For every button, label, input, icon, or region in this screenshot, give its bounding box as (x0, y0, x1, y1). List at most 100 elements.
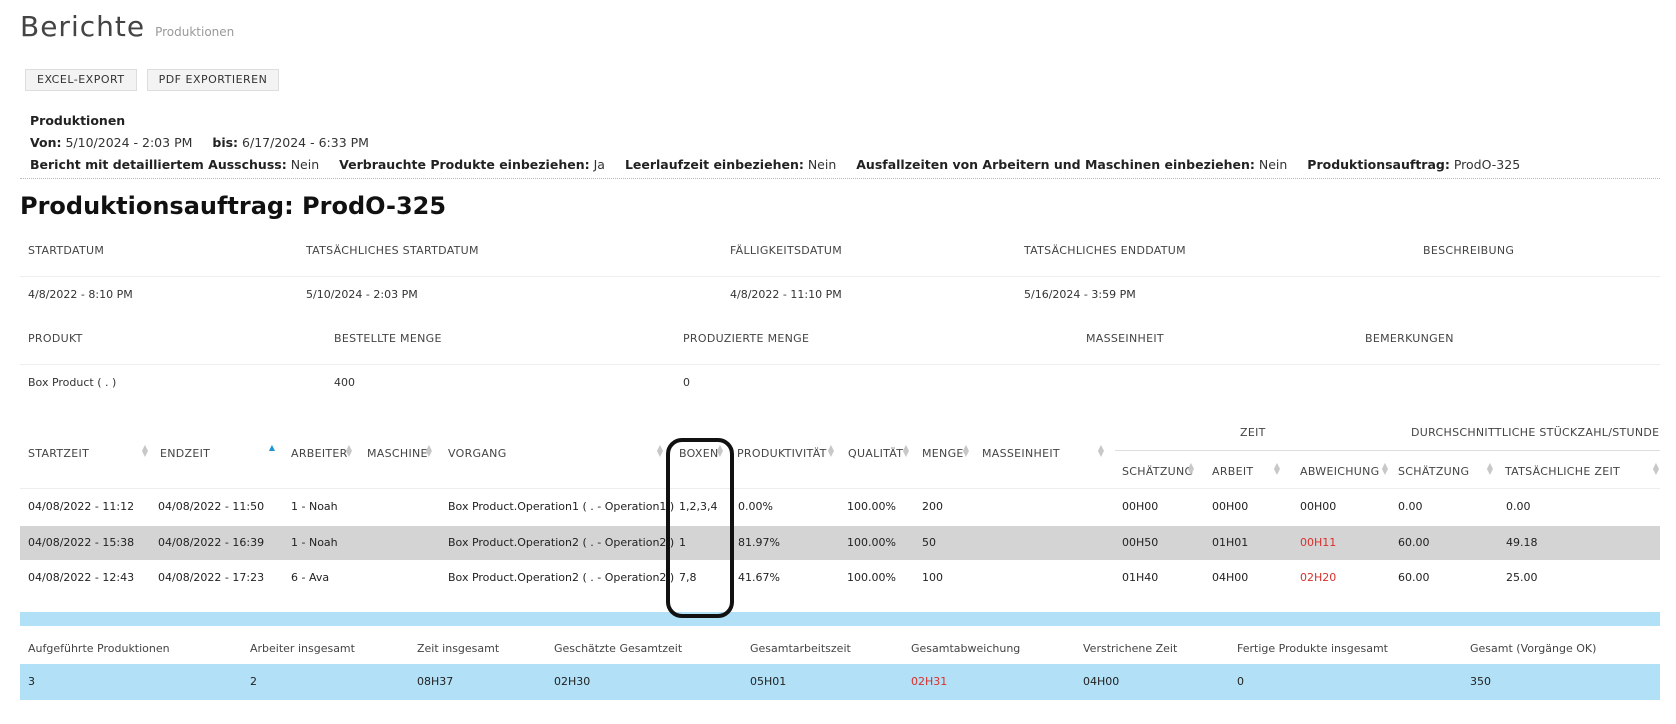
col-produced-qty: PRODUZIERTE MENGE (683, 332, 810, 345)
summary-header: Aufgeführte Produktionen Arbeiter insges… (20, 634, 1660, 664)
col-menge[interactable]: MENGE (922, 447, 964, 460)
sort-zeit-arbeit-icon[interactable]: ▲ ▼ (1273, 462, 1281, 476)
col-produktivitaet[interactable]: PRODUKTIVITÄT (737, 447, 827, 460)
cell-abweichung: 00H00 (1300, 500, 1337, 513)
sort-vorgang-icon[interactable]: ▲ ▼ (656, 444, 664, 458)
cell-qualitaet: 100.00% (847, 571, 896, 584)
downtime-label: Ausfallzeiten von Arbeitern und Maschine… (856, 157, 1255, 172)
col-vorgang[interactable]: VORGANG (448, 447, 507, 460)
sort-produktivitaet-icon[interactable]: ▲ ▼ (827, 444, 835, 458)
startdatum-value: 4/8/2022 - 8:10 PM (28, 288, 133, 301)
cell-avg-schaetzung: 60.00 (1398, 571, 1430, 584)
sum-col-work-time: Gesamtarbeitszeit (750, 642, 851, 655)
sum-col-elapsed: Verstrichene Zeit (1083, 642, 1178, 655)
sum-work-time-value: 05H01 (750, 675, 787, 688)
col-startdatum: STARTDATUM (28, 244, 105, 257)
cell-abweichung: 00H11 (1300, 536, 1337, 549)
consumed-value: Ja (593, 157, 605, 172)
col-startzeit[interactable]: STARTZEIT (28, 447, 89, 460)
col-endzeit[interactable]: ENDZEIT (160, 447, 210, 460)
cell-menge: 200 (922, 500, 943, 513)
row-divider (20, 364, 1660, 365)
sort-avg-schaetzung-icon[interactable]: ▲ ▼ (1486, 462, 1494, 476)
col-due-date: FÄLLIGKEITSDATUM (730, 244, 842, 257)
order-title: Produktionsauftrag: ProdO-325 (20, 192, 447, 220)
cell-startzeit: 04/08/2022 - 15:38 (28, 536, 135, 549)
cell-boxen: 1 (679, 536, 686, 549)
col-avg-tatsaechlich[interactable]: TATSÄCHLICHE ZEIT (1505, 465, 1620, 478)
col-unit: MASSEINHEIT (1086, 332, 1164, 345)
table-row[interactable]: 04/08/2022 - 12:43 04/08/2022 - 17:23 6 … (20, 561, 1660, 595)
cell-arbeit: 00H00 (1212, 500, 1249, 513)
cell-arbeit: 04H00 (1212, 571, 1249, 584)
sort-avg-tatsaechlich-icon[interactable]: ▲ ▼ (1652, 462, 1660, 476)
col-qualitaet[interactable]: QUALITÄT (848, 447, 903, 460)
order-label: Produktionsauftrag: (1307, 157, 1450, 172)
col-zeit-arbeit[interactable]: ARBEIT (1212, 465, 1253, 478)
summary-divider-bar (20, 612, 1660, 626)
sort-zeit-abweichung-icon[interactable]: ▲ ▼ (1381, 462, 1389, 476)
cell-vorgang: Box Product.Operation1 ( . - Operation1 … (448, 500, 675, 513)
group-header-avg: DURCHSCHNITTLICHE STÜCKZAHL/STUNDE (1411, 426, 1660, 439)
sort-masseinheit-icon[interactable]: ▲ ▼ (1097, 444, 1105, 458)
sum-workers-value: 2 (250, 675, 257, 688)
col-actual-start: TATSÄCHLICHES STARTDATUM (306, 244, 479, 257)
col-ordered-qty: BESTELLTE MENGE (334, 332, 442, 345)
sum-col-finished: Fertige Produkte insgesamt (1237, 642, 1388, 655)
from-value: 5/10/2024 - 2:03 PM (65, 135, 193, 150)
cell-arbeiter: 1 - Noah (291, 500, 338, 513)
cell-vorgang: Box Product.Operation2 ( . - Operation2 … (448, 571, 675, 584)
cell-arbeit: 01H01 (1212, 536, 1249, 549)
cell-startzeit: 04/08/2022 - 11:12 (28, 500, 135, 513)
cell-produktivitaet: 41.67% (738, 571, 780, 584)
sort-arbeiter-icon[interactable]: ▲ ▼ (345, 444, 353, 458)
page-header: Berichte Produktionen (20, 10, 234, 43)
col-maschine[interactable]: MASCHINE (367, 447, 428, 460)
cell-boxen: 7,8 (679, 571, 697, 584)
cell-qualitaet: 100.00% (847, 500, 896, 513)
pdf-export-button[interactable]: PDF EXPORTIEREN (146, 69, 280, 91)
sum-col-total-ok: Gesamt (Vorgänge OK) (1470, 642, 1597, 655)
cell-endzeit: 04/08/2022 - 16:39 (158, 536, 265, 549)
sum-listed-value: 3 (28, 675, 35, 688)
sort-menge-icon[interactable]: ▲ ▼ (962, 444, 970, 458)
sum-col-total-time: Zeit insgesamt (417, 642, 500, 655)
col-boxen[interactable]: BOXEN (679, 447, 719, 460)
col-arbeiter[interactable]: ARBEITER (291, 447, 348, 460)
cell-startzeit: 04/08/2022 - 12:43 (28, 571, 135, 584)
col-product: PRODUKT (28, 332, 83, 345)
col-zeit-schaetzung[interactable]: SCHÄTZUNG (1122, 465, 1193, 478)
sum-total-time-value: 08H37 (417, 675, 454, 688)
col-masseinheit[interactable]: MASSEINHEIT (982, 447, 1060, 460)
cell-produktivitaet: 81.97% (738, 536, 780, 549)
header-divider (20, 488, 1660, 489)
sort-zeit-schaetzung-icon[interactable]: ▲ ▼ (1187, 462, 1195, 476)
sort-boxen-icon[interactable]: ▲ ▼ (716, 444, 724, 458)
cell-endzeit: 04/08/2022 - 11:50 (158, 500, 265, 513)
table-row-selected[interactable]: 04/08/2022 - 15:38 04/08/2022 - 16:39 1 … (20, 526, 1660, 560)
due-date-value: 4/8/2022 - 11:10 PM (730, 288, 842, 301)
order-value: ProdO-325 (1453, 157, 1521, 172)
cell-vorgang: Box Product.Operation2 ( . - Operation2 … (448, 536, 675, 549)
cell-menge: 100 (922, 571, 943, 584)
sum-col-deviation: Gesamtabweichung (911, 642, 1021, 655)
idle-value: Nein (807, 157, 837, 172)
summary-row: 3 2 08H37 02H30 05H01 02H31 04H00 0 350 (20, 664, 1660, 700)
sort-qualitaet-icon[interactable]: ▲ ▼ (902, 444, 910, 458)
col-zeit-abweichung[interactable]: ABWEICHUNG (1300, 465, 1380, 478)
col-avg-schaetzung[interactable]: SCHÄTZUNG (1398, 465, 1469, 478)
excel-export-button[interactable]: EXCEL-EXPORT (25, 69, 137, 91)
col-description: BESCHREIBUNG (1423, 244, 1515, 257)
ordered-qty-value: 400 (334, 376, 355, 389)
sort-endzeit-icon[interactable]: ▲▼ (268, 444, 276, 457)
sort-maschine-icon[interactable]: ▲ ▼ (425, 444, 433, 458)
cell-schaetzung: 00H50 (1122, 536, 1159, 549)
produced-qty-value: 0 (683, 376, 690, 389)
actual-end-value: 5/16/2024 - 3:59 PM (1024, 288, 1136, 301)
cell-arbeiter: 6 - Ava (291, 571, 330, 584)
sort-startzeit-icon[interactable]: ▲ ▼ (141, 444, 149, 458)
page-title: Berichte (20, 10, 146, 43)
col-remarks: BEMERKUNGEN (1365, 332, 1454, 345)
consumed-label: Verbrauchte Produkte einbeziehen: (339, 157, 590, 172)
table-row[interactable]: 04/08/2022 - 11:12 04/08/2022 - 11:50 1 … (20, 490, 1660, 524)
